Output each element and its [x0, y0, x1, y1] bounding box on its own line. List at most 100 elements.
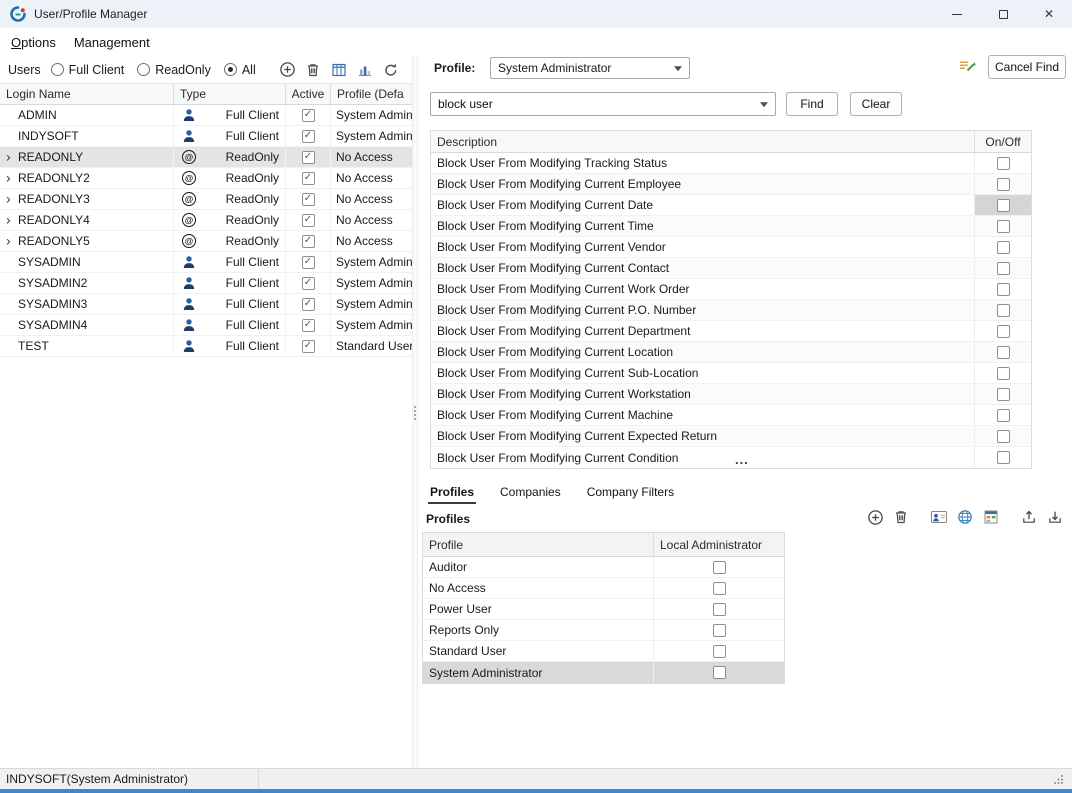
profile-row[interactable]: System Administrator	[423, 662, 784, 683]
profile-row[interactable]: Standard User	[423, 641, 784, 662]
active-checkbox[interactable]	[302, 130, 315, 143]
import-icon[interactable]	[1046, 508, 1064, 526]
expand-chevron-icon[interactable]: ›	[6, 212, 11, 226]
panel-splitter[interactable]	[412, 56, 418, 768]
setting-row[interactable]: Block User From Modifying Current Vendor	[431, 237, 1031, 258]
profile-row[interactable]: Reports Only	[423, 620, 784, 641]
user-row[interactable]: ›READONLY5@ReadOnlyNo Access	[0, 231, 412, 252]
active-checkbox[interactable]	[302, 172, 315, 185]
add-icon[interactable]	[278, 61, 296, 79]
profile-select[interactable]: System Administrator	[490, 57, 690, 79]
local-admin-checkbox[interactable]	[713, 561, 726, 574]
col-onoff[interactable]: On/Off	[975, 131, 1031, 152]
tab-profiles[interactable]: Profiles	[428, 481, 476, 504]
user-row[interactable]: ›READONLY4@ReadOnlyNo Access	[0, 210, 412, 231]
grid-icon[interactable]	[982, 508, 1000, 526]
active-checkbox[interactable]	[302, 256, 315, 269]
tab-company-filters[interactable]: Company Filters	[585, 481, 676, 504]
setting-row[interactable]: Block User From Modifying Current Employ…	[431, 174, 1031, 195]
profile-row[interactable]: Power User	[423, 599, 784, 620]
active-checkbox[interactable]	[302, 298, 315, 311]
col-description[interactable]: Description	[431, 131, 975, 152]
setting-row[interactable]: Block User From Modifying Current Locati…	[431, 342, 1031, 363]
user-card-icon[interactable]	[930, 508, 948, 526]
local-admin-checkbox[interactable]	[713, 645, 726, 658]
add-icon[interactable]	[866, 508, 884, 526]
onoff-checkbox[interactable]	[997, 388, 1010, 401]
local-admin-checkbox[interactable]	[713, 624, 726, 637]
profile-row[interactable]: Auditor	[423, 557, 784, 578]
expand-chevron-icon[interactable]: ›	[6, 170, 11, 184]
user-row[interactable]: ADMINFull ClientSystem Administrator	[0, 105, 412, 126]
delete-icon[interactable]	[304, 61, 322, 79]
setting-row[interactable]: Block User From Modifying Current Depart…	[431, 321, 1031, 342]
col-type[interactable]: Type	[174, 84, 286, 104]
active-checkbox[interactable]	[302, 235, 315, 248]
active-checkbox[interactable]	[302, 340, 315, 353]
search-combobox[interactable]	[430, 92, 776, 116]
col-login-name[interactable]: Login Name	[0, 84, 174, 104]
refresh-icon[interactable]	[382, 61, 400, 79]
delete-icon[interactable]	[892, 508, 910, 526]
edit-find-icon[interactable]	[958, 59, 978, 75]
resize-grip-icon[interactable]	[1053, 774, 1064, 785]
setting-row[interactable]: Block User From Modifying Current Time	[431, 216, 1031, 237]
find-button[interactable]: Find	[786, 92, 838, 116]
local-admin-checkbox[interactable]	[713, 603, 726, 616]
onoff-checkbox[interactable]	[997, 304, 1010, 317]
setting-row[interactable]: Block User From Modifying Current Condit…	[431, 447, 1031, 468]
tab-companies[interactable]: Companies	[498, 481, 563, 504]
user-row[interactable]: ›READONLY2@ReadOnlyNo Access	[0, 168, 412, 189]
maximize-button[interactable]	[980, 0, 1026, 28]
onoff-checkbox[interactable]	[997, 283, 1010, 296]
user-row[interactable]: TESTFull ClientStandard User	[0, 336, 412, 357]
onoff-checkbox[interactable]	[997, 346, 1010, 359]
setting-row[interactable]: Block User From Modifying Tracking Statu…	[431, 153, 1031, 174]
user-row[interactable]: INDYSOFTFull ClientSystem Administrator	[0, 126, 412, 147]
cancel-find-button[interactable]: Cancel Find	[988, 55, 1066, 79]
setting-row[interactable]: Block User From Modifying Current P.O. N…	[431, 300, 1031, 321]
setting-row[interactable]: Block User From Modifying Current Expect…	[431, 426, 1031, 447]
onoff-checkbox[interactable]	[997, 178, 1010, 191]
setting-row[interactable]: Block User From Modifying Current Workst…	[431, 384, 1031, 405]
chart-icon[interactable]	[356, 61, 374, 79]
onoff-checkbox[interactable]	[997, 367, 1010, 380]
expand-chevron-icon[interactable]: ›	[6, 149, 11, 163]
setting-row[interactable]: Block User From Modifying Current Work O…	[431, 279, 1031, 300]
local-admin-checkbox[interactable]	[713, 582, 726, 595]
filter-radio-all[interactable]: All	[224, 63, 256, 77]
local-admin-checkbox[interactable]	[713, 666, 726, 679]
onoff-checkbox[interactable]	[997, 430, 1010, 443]
active-checkbox[interactable]	[302, 193, 315, 206]
clear-button[interactable]: Clear	[850, 92, 902, 116]
col-profile[interactable]: Profile (Defa	[331, 84, 412, 104]
setting-row[interactable]: Block User From Modifying Current Contac…	[431, 258, 1031, 279]
user-row[interactable]: ›READONLY@ReadOnlyNo Access	[0, 147, 412, 168]
active-checkbox[interactable]	[302, 319, 315, 332]
setting-row[interactable]: Block User From Modifying Current Date	[431, 195, 1031, 216]
close-button[interactable]	[1026, 0, 1072, 28]
setting-row[interactable]: Block User From Modifying Current Sub-Lo…	[431, 363, 1031, 384]
columns-icon[interactable]	[330, 61, 348, 79]
setting-row[interactable]: Block User From Modifying Current Machin…	[431, 405, 1031, 426]
globe-icon[interactable]	[956, 508, 974, 526]
active-checkbox[interactable]	[302, 277, 315, 290]
onoff-checkbox[interactable]	[997, 157, 1010, 170]
search-input[interactable]	[438, 97, 755, 111]
menu-options[interactable]: Options	[2, 32, 65, 53]
onoff-checkbox[interactable]	[997, 409, 1010, 422]
export-icon[interactable]	[1020, 508, 1038, 526]
filter-radio-full-client[interactable]: Full Client	[51, 63, 125, 77]
expand-chevron-icon[interactable]: ›	[6, 191, 11, 205]
user-row[interactable]: ›READONLY3@ReadOnlyNo Access	[0, 189, 412, 210]
menu-management[interactable]: Management	[65, 32, 159, 53]
user-row[interactable]: SYSADMIN3Full ClientSystem Administrator	[0, 294, 412, 315]
user-row[interactable]: SYSADMIN4Full ClientSystem Administrator	[0, 315, 412, 336]
onoff-checkbox[interactable]	[997, 220, 1010, 233]
active-checkbox[interactable]	[302, 214, 315, 227]
active-checkbox[interactable]	[302, 109, 315, 122]
expand-chevron-icon[interactable]: ›	[6, 233, 11, 247]
onoff-checkbox[interactable]	[997, 451, 1010, 464]
col-active[interactable]: Active	[286, 84, 331, 104]
col-local-administrator[interactable]: Local Administrator	[654, 533, 784, 556]
